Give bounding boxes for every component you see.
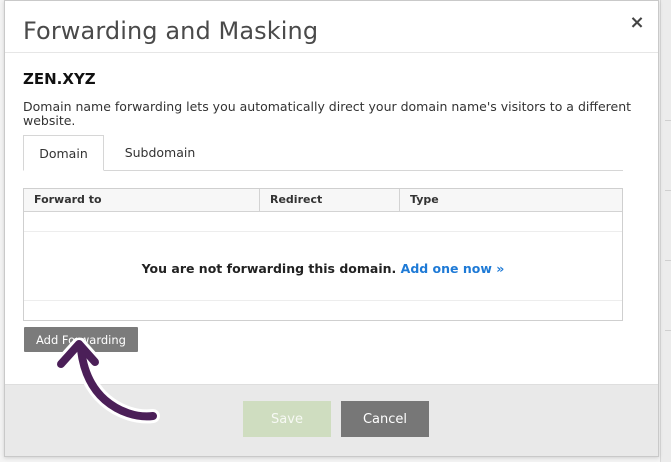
- forwarding-description: Domain name forwarding lets you automati…: [23, 99, 632, 128]
- table-row-divider: [24, 300, 622, 301]
- add-one-now-link[interactable]: Add one now »: [401, 261, 505, 276]
- cancel-button[interactable]: Cancel: [341, 401, 429, 437]
- close-icon[interactable]: ×: [628, 14, 646, 32]
- empty-state-message: You are not forwarding this domain. Add …: [24, 261, 622, 276]
- dialog-title: Forwarding and Masking: [23, 17, 319, 45]
- header-divider: [5, 52, 658, 53]
- forwarding-table: Forward to Redirect Type You are not for…: [23, 188, 623, 321]
- column-header-type[interactable]: Type: [400, 189, 622, 211]
- column-header-redirect[interactable]: Redirect: [260, 189, 400, 211]
- background-page-edge: [660, 0, 671, 462]
- column-header-forward-to[interactable]: Forward to: [24, 189, 260, 211]
- table-header: Forward to Redirect Type: [24, 189, 622, 212]
- tab-subdomain[interactable]: Subdomain: [105, 135, 215, 171]
- tab-bar: Domain Subdomain: [23, 135, 623, 171]
- save-button[interactable]: Save: [243, 401, 331, 437]
- curved-arrow-icon: [55, 338, 160, 424]
- background-tick: [665, 190, 671, 191]
- table-row-divider: [24, 231, 622, 232]
- background-tick: [665, 260, 671, 261]
- domain-name-heading: ZEN.XYZ: [23, 70, 96, 88]
- background-tick: [665, 120, 671, 121]
- empty-state-text: You are not forwarding this domain.: [141, 261, 397, 276]
- background-tick: [665, 330, 671, 331]
- tab-domain[interactable]: Domain: [23, 135, 104, 171]
